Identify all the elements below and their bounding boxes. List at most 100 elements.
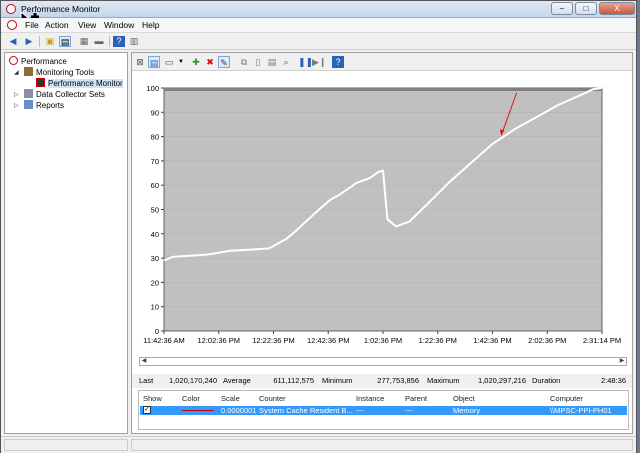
y-tick-label: 20 (151, 278, 159, 287)
add-icon[interactable]: ✚ (190, 56, 202, 68)
tree-item-reports[interactable]: Reports (24, 100, 64, 110)
toolbar-separator (39, 36, 40, 47)
help-icon[interactable]: ? (113, 36, 125, 47)
tree-item-performance[interactable]: Performance (9, 56, 67, 66)
status-cell (4, 439, 128, 451)
copy-properties-icon[interactable]: ⧉ (238, 56, 250, 68)
tree-item-data-collector-sets[interactable]: Data Collector Sets (24, 89, 105, 99)
maximum-value: 1,020,297,216 (478, 376, 526, 385)
average-value: 611,112,575 (273, 376, 314, 385)
tree-item-monitoring-tools[interactable]: Monitoring Tools (24, 67, 94, 77)
counter-color-swatch (182, 410, 214, 411)
legend-header-object[interactable]: Object (453, 394, 475, 403)
counter-row[interactable]: ✓ 0.0000001 System Cache Resident B... -… (140, 406, 627, 415)
legend-header-scale[interactable]: Scale (221, 394, 240, 403)
time-bar (164, 88, 602, 91)
view-log-data-icon[interactable]: ▤ (148, 56, 160, 68)
counter-legend: Show Color Scale Counter Instance Parent… (138, 390, 629, 430)
export-icon[interactable]: ▬ (93, 36, 105, 47)
legend-header-color[interactable]: Color (182, 394, 200, 403)
counter-parent: --- (405, 406, 413, 415)
menu-action[interactable]: Action (45, 20, 69, 30)
x-tick-label: 12:22:36 PM (252, 336, 295, 345)
back-arrow-icon[interactable]: ◀ (7, 36, 19, 47)
paste-counter-list-icon[interactable]: ▯ (252, 56, 264, 68)
legend-header-counter[interactable]: Counter (259, 394, 286, 403)
expand-icon[interactable]: ▷ (14, 102, 19, 109)
minimize-button[interactable]: – (551, 2, 573, 15)
properties-icon[interactable]: ▤ (266, 56, 278, 68)
last-value: 1,020,170,240 (169, 376, 217, 385)
statistics-bar: Last 1,020,170,240 Average 611,112,575 M… (132, 374, 632, 388)
x-tick-label: 12:02:36 PM (197, 336, 240, 345)
y-tick-label: 30 (151, 254, 159, 263)
y-tick-label: 10 (151, 303, 159, 312)
collapse-icon[interactable]: ◢ (14, 69, 19, 76)
folder-tools-icon (24, 67, 33, 76)
menu-help[interactable]: Help (142, 20, 159, 30)
x-tick-label: 2:02:36 PM (528, 336, 566, 345)
x-tick-label: 1:02:36 PM (364, 336, 402, 345)
title-bar: Performance Monitor – □ X (1, 1, 636, 18)
menu-file[interactable]: File (25, 20, 39, 30)
highlight-icon[interactable]: ✎ (218, 56, 230, 68)
x-tick-label: 2:31:14 PM (583, 336, 621, 345)
document-icon (7, 20, 17, 30)
monitor-icon (36, 78, 45, 87)
menu-view[interactable]: View (78, 20, 96, 30)
legend-header-show[interactable]: Show (143, 394, 162, 403)
y-tick-label: 80 (151, 133, 159, 142)
chevron-down-icon[interactable]: ▼ (175, 56, 187, 68)
minimum-label: Minimum (322, 376, 353, 385)
performance-graph[interactable]: 0 10 20 30 40 50 60 70 80 90 100 11:42:36 AM 12:02:3… (132, 71, 634, 371)
y-tick-label: 100 (146, 84, 159, 93)
time-scrollbar[interactable]: ◀ ▶ (139, 357, 627, 366)
properties-icon[interactable]: ▦ (78, 36, 90, 47)
y-tick-label: 40 (151, 230, 159, 239)
change-graph-type-icon[interactable]: ▭ (163, 56, 175, 68)
duration-value: 2:48:36 (600, 376, 626, 385)
legend-header-computer[interactable]: Computer (550, 394, 583, 403)
maximize-button[interactable]: □ (575, 2, 597, 15)
performance-app-icon (6, 4, 16, 14)
scroll-right-icon[interactable]: ▶ (618, 358, 626, 365)
duration-label: Duration (532, 376, 561, 385)
maximum-label: Maximum (427, 376, 460, 385)
main-toolbar: ◀ ▶ ▣ ▤ ▦ ▬ ? ▥ (1, 33, 636, 50)
close-button[interactable]: X (599, 2, 635, 15)
tree-item-performance-monitor[interactable]: Performance Monitor (36, 78, 123, 88)
navigation-tree: Performance ◢ Monitoring Tools Performan… (4, 52, 128, 434)
x-tick-label: 1:22:36 PM (419, 336, 457, 345)
forward-arrow-icon[interactable]: ▶ (23, 36, 35, 47)
x-tick-label: 1:42:36 PM (473, 336, 511, 345)
show-checkbox[interactable]: ✓ (143, 406, 151, 414)
delete-icon[interactable]: ✖ (204, 56, 216, 68)
legend-header-instance[interactable]: Instance (356, 394, 384, 403)
performance-monitor-pane: ⊠ ▤ ▭ ▼ ✚ ✖ ✎ ⧉ ▯ ▤ ⌕ ❚❚ ▶❙ ? 0 10 20 30 40 5… (131, 52, 633, 434)
expand-icon[interactable]: ▷ (14, 91, 19, 98)
reports-icon (24, 100, 33, 109)
last-label: Last (139, 376, 154, 385)
y-tick-label: 90 (151, 108, 159, 117)
y-tick-label: 70 (151, 157, 159, 166)
counter-computer: \\MPSC-PPI-PH01 (550, 406, 612, 415)
status-bar (1, 436, 636, 453)
counter-name: System Cache Resident B... (259, 406, 353, 415)
performance-icon (9, 56, 18, 65)
y-tick-label: 50 (151, 206, 159, 215)
pause-icon[interactable]: ❚❚ (298, 56, 313, 68)
legend-header-parent[interactable]: Parent (405, 394, 427, 403)
show-hide-tree-icon[interactable]: ▤ (59, 36, 71, 47)
menu-bar: File Action View Window Help (1, 18, 636, 33)
update-data-icon[interactable]: ▶❙ (312, 56, 326, 68)
counter-object: Memory (453, 406, 481, 415)
up-folder-icon[interactable]: ▣ (44, 36, 56, 47)
zoom-icon[interactable]: ⌕ (280, 56, 292, 68)
menu-window[interactable]: Window (104, 20, 134, 30)
help-icon[interactable]: ? (332, 56, 344, 68)
scroll-left-icon[interactable]: ◀ (140, 358, 148, 365)
toolbar-separator (109, 36, 110, 47)
x-tick-label: 12:42:36 PM (307, 336, 350, 345)
show-action-pane-icon[interactable]: ▥ (128, 36, 140, 47)
view-current-activity-icon[interactable]: ⊠ (134, 56, 146, 68)
